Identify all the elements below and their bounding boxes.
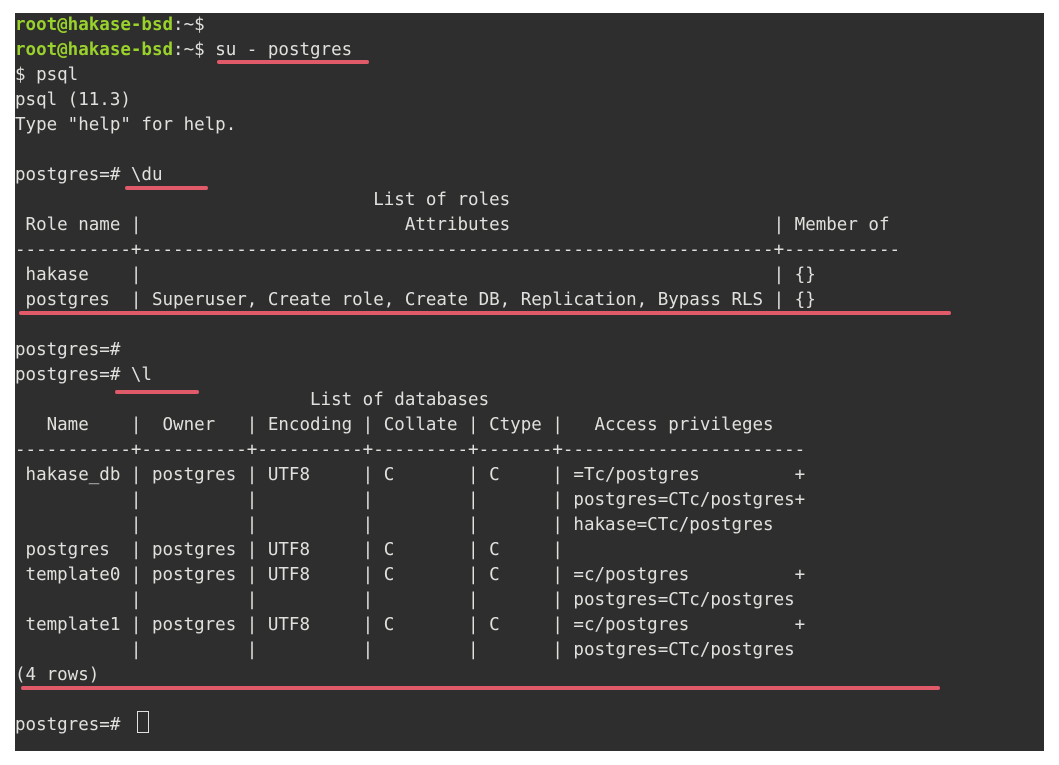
table-row: postgres | postgres | UTF8 | C | C |: [15, 540, 563, 560]
command-su: su - postgres: [204, 40, 353, 60]
table-row: | | | | | hakase=CTc/postgres: [15, 515, 774, 535]
table-row: hakase | | {}: [15, 265, 816, 285]
table-row: template1 | postgres | UTF8 | C | C | =c…: [15, 615, 806, 635]
terminal-window[interactable]: root@hakase-bsd:~$ root@hakase-bsd:~$ su…: [15, 13, 1044, 751]
table-row: hakase_db | postgres | UTF8 | C | C | =T…: [15, 465, 806, 485]
table-row: | | | | | postgres=CTc/postgres: [15, 590, 795, 610]
table-separator: -----------+----------------------------…: [15, 240, 901, 260]
table-row: template0 | postgres | UTF8 | C | C | =c…: [15, 565, 806, 585]
terminal-line: postgres=#: [15, 340, 121, 360]
table-separator: -----------+----------+----------+------…: [15, 440, 806, 460]
prompt-path: :~$: [173, 15, 205, 35]
text-cursor: [137, 711, 149, 733]
highlight-underline-postgres-role: [19, 311, 951, 315]
table-row: | | | | | postgres=CTc/postgres: [15, 640, 795, 660]
table-title: List of databases: [15, 390, 490, 410]
terminal-line: Type "help" for help.: [15, 115, 237, 135]
table-title: List of roles: [15, 190, 511, 210]
table-row: postgres | Superuser, Create role, Creat…: [15, 290, 816, 310]
highlight-underline-rows: [21, 686, 940, 690]
highlight-underline-du: [125, 186, 208, 190]
highlight-underline-l: [115, 390, 199, 394]
prompt-path: :~$: [173, 40, 205, 60]
prompt-user: root@hakase-bsd: [15, 15, 174, 35]
terminal-line: postgres=# \l: [15, 365, 152, 385]
terminal-line: psql (11.3): [15, 90, 131, 110]
terminal-line: postgres=# \du: [15, 165, 163, 185]
prompt-user: root@hakase-bsd: [15, 40, 174, 60]
highlight-underline-su: [217, 60, 369, 64]
table-row: | | | | | postgres=CTc/postgres+: [15, 490, 806, 510]
terminal-line: postgres=#: [15, 715, 131, 735]
table-header: Role name | Attributes | Member of: [15, 215, 890, 235]
row-count: (4 rows): [15, 665, 100, 685]
table-header: Name | Owner | Encoding | Collate | Ctyp…: [15, 415, 774, 435]
terminal-line: root@hakase-bsd:~$: [15, 13, 205, 38]
terminal-line: $ psql: [15, 65, 79, 85]
